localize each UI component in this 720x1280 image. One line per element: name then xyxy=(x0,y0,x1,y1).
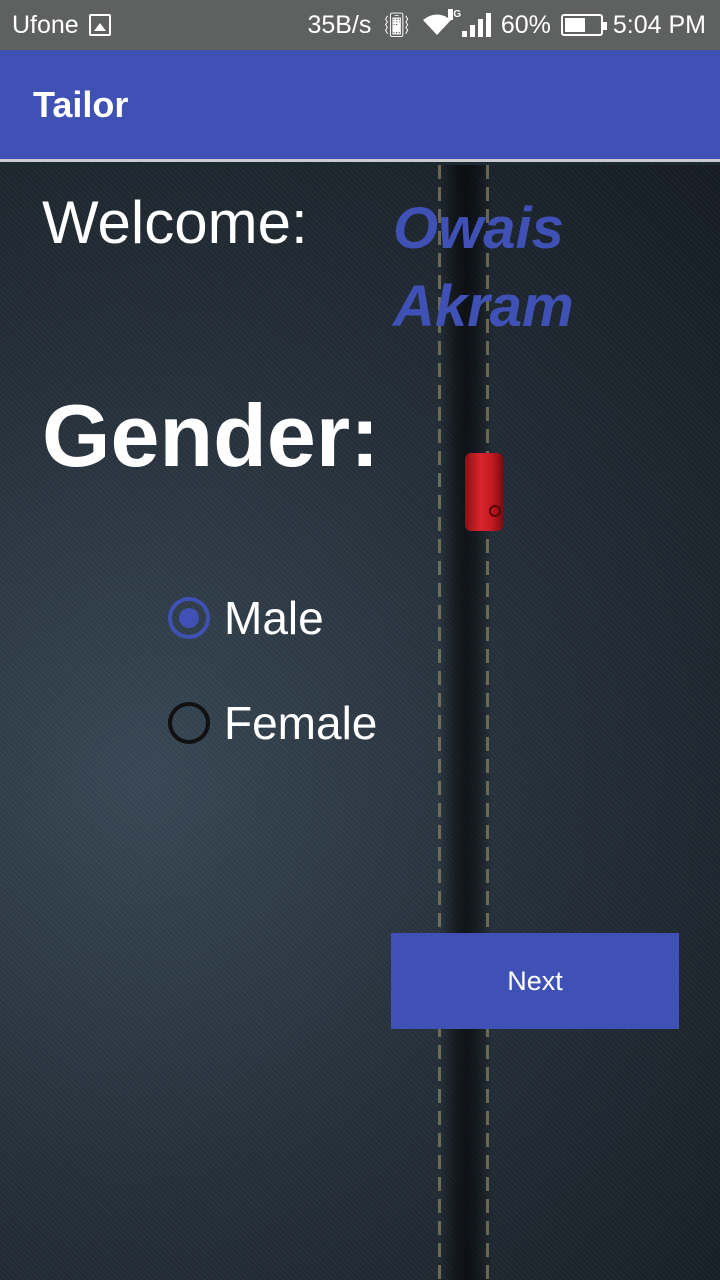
battery-icon xyxy=(560,14,607,36)
battery-fill xyxy=(564,18,586,32)
user-name: Owais Akram xyxy=(393,196,574,339)
image-notification-icon xyxy=(88,14,111,36)
carrier-name: Ufone xyxy=(12,10,79,39)
radio-male[interactable]: Male xyxy=(168,591,324,645)
next-button[interactable]: Next xyxy=(391,933,679,1029)
clock: 5:04 PM xyxy=(612,10,706,39)
radio-button-unchecked[interactable] xyxy=(168,702,210,744)
radio-label-male: Male xyxy=(224,592,324,644)
status-bar: Ufone 35B/s 📳︎ 3G 60% 5:04 PM xyxy=(0,0,720,50)
battery-percent: 60% xyxy=(500,10,551,39)
welcome-label: Welcome: xyxy=(42,189,308,256)
radio-label-female: Female xyxy=(224,697,378,749)
radio-female[interactable]: Female xyxy=(168,696,377,750)
app-bar: Tailor xyxy=(0,50,720,162)
app-title: Tailor xyxy=(33,83,129,125)
radio-button-checked[interactable] xyxy=(168,597,210,639)
gender-label: Gender: xyxy=(42,386,380,485)
vibrate-icon: 📳︎ xyxy=(381,11,412,39)
status-left: Ufone xyxy=(12,11,111,40)
cell-signal-icon: 3G xyxy=(447,9,491,37)
status-right: 35B/s 📳︎ 3G 60% 5:04 PM xyxy=(307,9,706,40)
network-speed: 35B/s xyxy=(307,10,372,39)
network-type: 3G xyxy=(447,9,462,20)
zipper-pull-image xyxy=(465,453,503,531)
